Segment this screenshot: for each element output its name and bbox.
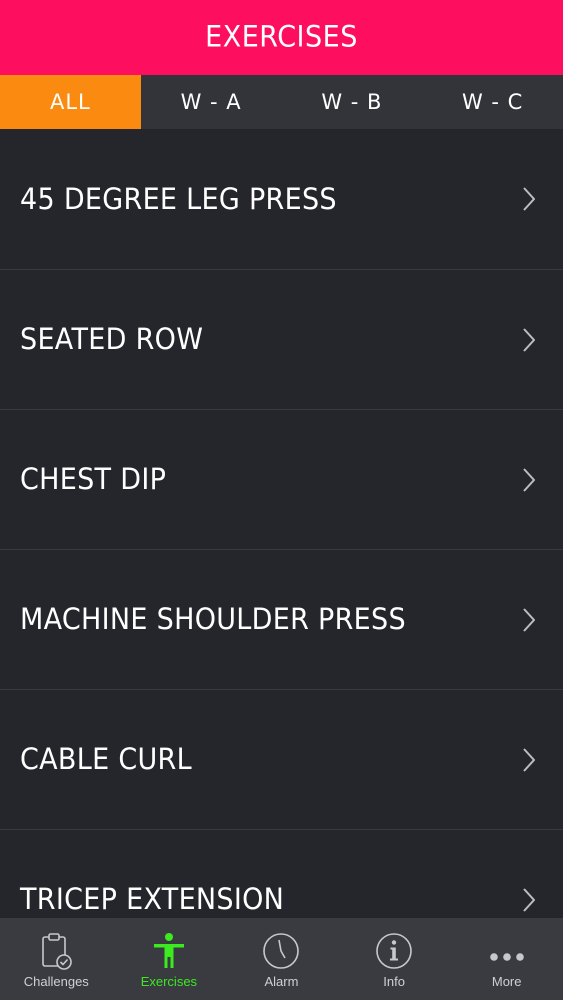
chevron-right-icon	[523, 187, 535, 211]
tabbar-item-exercises[interactable]: Exercises	[113, 918, 226, 1000]
more-dots-icon	[489, 953, 524, 961]
filter-tabs: ALL W - A W - B W - C	[0, 75, 563, 129]
tabbar-label: Info	[383, 974, 405, 989]
exercise-label: CHEST DIP	[20, 462, 167, 497]
app-screen: EXERCISES ALL W - A W - B W - C 45 DEGRE…	[0, 0, 563, 1000]
tabbar-item-more[interactable]: More	[450, 918, 563, 1000]
exercise-label: MACHINE SHOULDER PRESS	[20, 602, 406, 637]
tabbar-label: Alarm	[264, 974, 299, 989]
tab-label: W - B	[321, 90, 383, 114]
exercise-label: TRICEP EXTENSION	[20, 882, 285, 917]
page-title: EXERCISES	[205, 20, 358, 55]
list-item[interactable]: TRICEP EXTENSION	[0, 830, 563, 918]
info-icon	[376, 933, 412, 969]
chevron-right-icon	[523, 467, 535, 492]
exercise-label: 45 DEGREE LEG PRESS	[20, 181, 337, 217]
list-item[interactable]: CABLE CURL	[0, 690, 563, 830]
exercise-label: CABLE CURL	[20, 742, 192, 777]
chevron-right-icon	[523, 747, 535, 772]
clipboard-check-icon	[42, 933, 73, 970]
chevron-right-icon	[523, 327, 535, 352]
chevron-right-icon	[523, 607, 535, 632]
tabbar-item-challenges[interactable]: Challenges	[0, 918, 113, 1000]
tab-all[interactable]: ALL	[0, 75, 141, 129]
bottom-tab-bar: Challenges Exercises Alarm Info More	[0, 918, 563, 1000]
tabbar-label: Challenges	[23, 974, 89, 989]
list-item[interactable]: MACHINE SHOULDER PRESS	[0, 550, 563, 690]
list-item[interactable]: SEATED ROW	[0, 270, 563, 410]
tab-label: W - A	[180, 90, 242, 114]
header-bar: EXERCISES	[0, 0, 563, 75]
tab-w-a[interactable]: W - A	[141, 75, 282, 129]
exercise-label: SEATED ROW	[20, 322, 204, 357]
tabbar-label: More	[491, 974, 522, 989]
tab-w-c[interactable]: W - C	[422, 75, 563, 129]
exercise-list: 45 DEGREE LEG PRESS SEATED ROW CHEST DIP…	[0, 129, 563, 918]
tabbar-item-alarm[interactable]: Alarm	[225, 918, 338, 1000]
clock-icon	[263, 933, 300, 969]
tab-w-b[interactable]: W - B	[282, 75, 423, 129]
list-item[interactable]: 45 DEGREE LEG PRESS	[0, 129, 563, 270]
person-icon	[153, 933, 184, 968]
tab-label: ALL	[49, 90, 91, 114]
chevron-right-icon	[523, 887, 535, 912]
tabbar-label: Exercises	[140, 974, 198, 989]
tabbar-item-info[interactable]: Info	[338, 918, 451, 1000]
list-item[interactable]: CHEST DIP	[0, 410, 563, 550]
tab-label: W - C	[461, 90, 524, 114]
